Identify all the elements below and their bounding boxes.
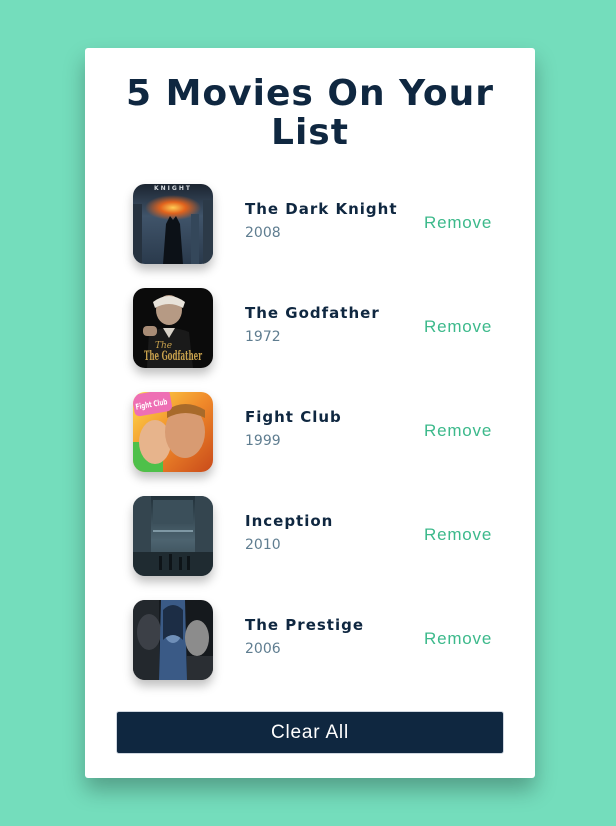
remove-button[interactable]: Remove: [424, 525, 492, 545]
poster-title-text: KNIGHT: [154, 185, 192, 192]
prestige-poster-image: [133, 600, 213, 680]
list-item: Fight Club Fight Club 1999 Remove: [85, 392, 535, 472]
list-item: The The Godfather The Godfather 1972 Rem…: [85, 288, 535, 368]
movie-title: Fight Club: [245, 408, 342, 426]
movie-year: 1999: [245, 433, 281, 449]
inception-poster-image: [133, 496, 213, 576]
remove-button[interactable]: Remove: [424, 317, 492, 337]
movie-info: Inception 2010: [245, 511, 333, 554]
movie-title: The Godfather: [245, 304, 380, 322]
remove-button[interactable]: Remove: [424, 629, 492, 649]
dark-knight-poster-image: KNIGHT: [133, 184, 213, 264]
movie-year: 2006: [245, 641, 281, 657]
movie-poster: KNIGHT: [133, 184, 213, 264]
movie-poster: The The Godfather: [133, 288, 213, 368]
remove-button[interactable]: Remove: [424, 421, 492, 441]
page-title: 5 Movies On Your List: [126, 73, 494, 153]
godfather-poster-image: The The Godfather: [133, 288, 213, 368]
movie-list: KNIGHT The Dark Knight 2008 Remove The T…: [85, 184, 535, 704]
movie-info: Fight Club 1999: [245, 407, 342, 450]
list-item: The Prestige 2006 Remove: [85, 600, 535, 680]
movie-year: 1972: [245, 329, 281, 345]
clear-all-button[interactable]: Clear All: [116, 711, 504, 754]
movie-info: The Dark Knight 2008: [245, 199, 398, 242]
movie-year: 2008: [245, 225, 281, 241]
poster-title-text: The Godfather: [144, 349, 202, 364]
movie-poster: [133, 496, 213, 576]
movie-info: The Godfather 1972: [245, 303, 380, 346]
watchlist-card: 5 Movies On Your List KNIGHT The Dark Kn…: [85, 48, 535, 778]
list-item: Inception 2010 Remove: [85, 496, 535, 576]
movie-year: 2010: [245, 537, 281, 553]
fight-club-poster-image: Fight Club: [133, 392, 213, 472]
remove-button[interactable]: Remove: [424, 213, 492, 233]
movie-poster: Fight Club: [133, 392, 213, 472]
movie-info: The Prestige 2006: [245, 615, 364, 658]
movie-title: Inception: [245, 512, 334, 530]
movie-title: The Dark Knight: [245, 200, 398, 218]
list-item: KNIGHT The Dark Knight 2008 Remove: [85, 184, 535, 264]
movie-poster: [133, 600, 213, 680]
movie-title: The Prestige: [245, 616, 365, 634]
